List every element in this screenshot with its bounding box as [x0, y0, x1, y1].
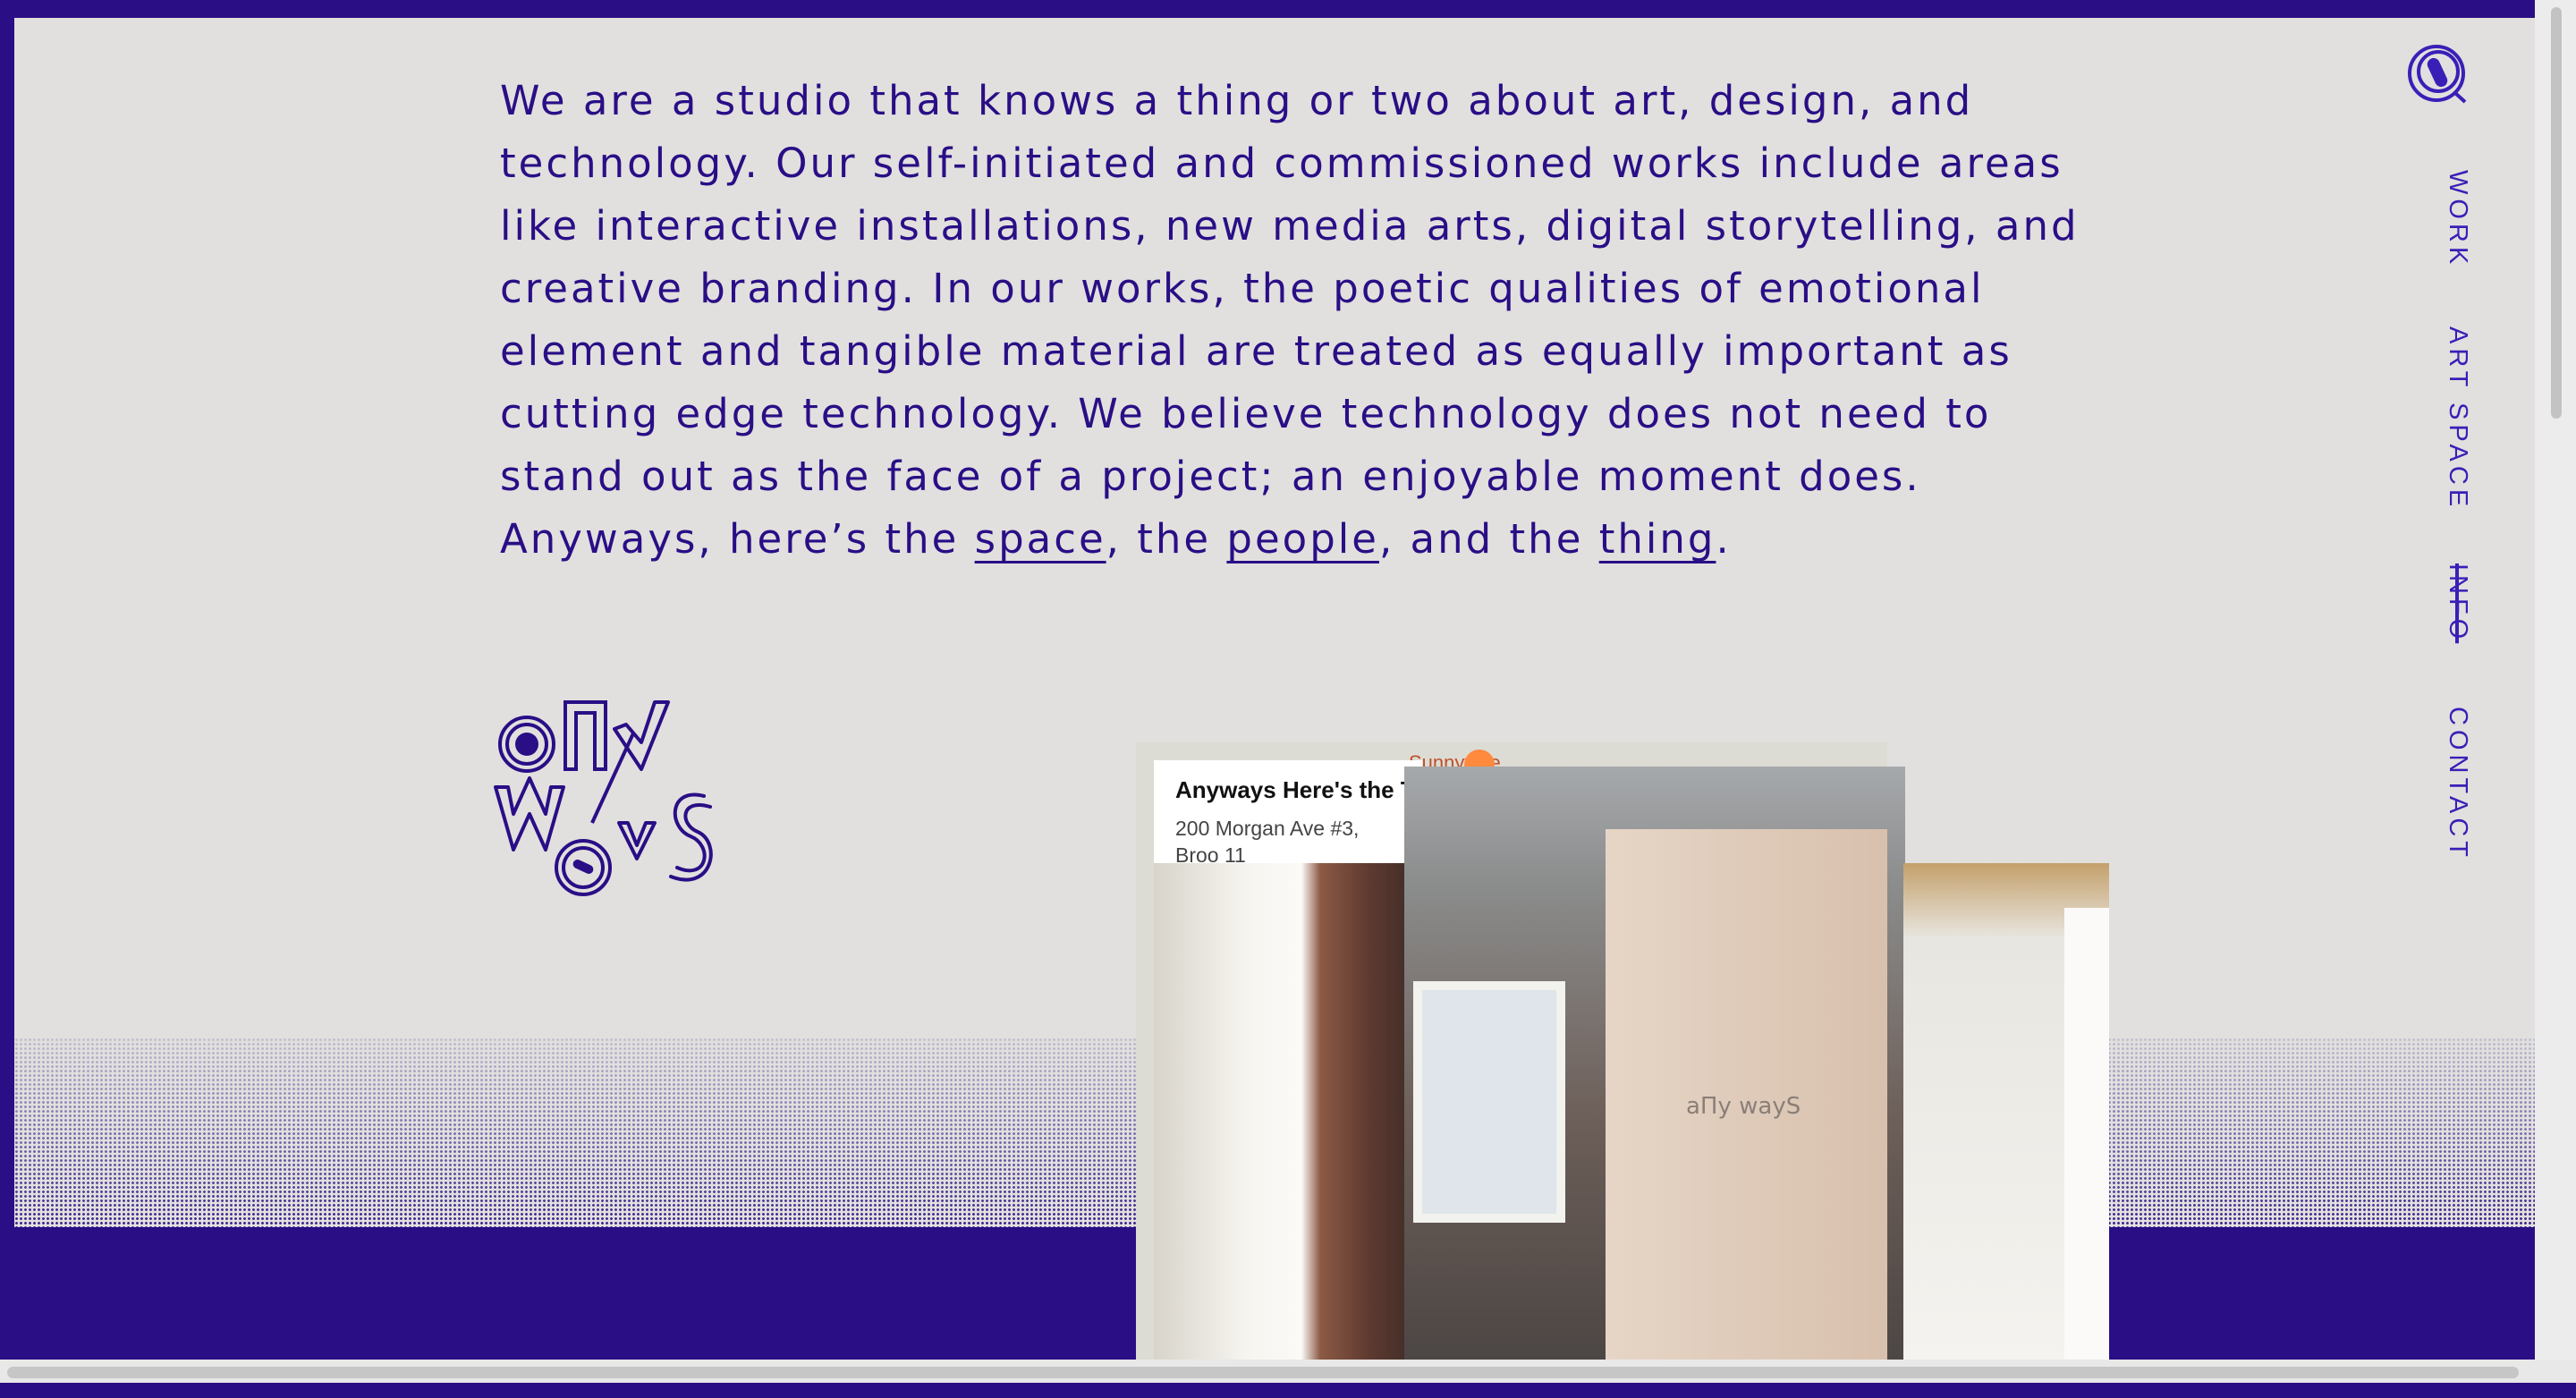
nav-info[interactable]: INFO: [2443, 563, 2472, 643]
anyways-wordmark-logo: [494, 700, 713, 896]
space-link[interactable]: space: [975, 515, 1106, 563]
photo-partition-wall: aΠy wayS: [1606, 829, 1887, 1362]
map-place-title: Anyways Here's the T: [1175, 776, 1415, 803]
studio-photo-room: [1903, 863, 2109, 1362]
about-paragraph: We are a studio that knows a thing or tw…: [500, 70, 2110, 571]
nav-work[interactable]: WORK: [2443, 170, 2472, 268]
vertical-scrollbar-thumb[interactable]: [2551, 7, 2562, 419]
wall-logo: aΠy wayS: [1686, 1093, 1801, 1120]
about-text: We are a studio that knows a thing or tw…: [500, 77, 2080, 563]
horizontal-scrollbar-thumb[interactable]: [7, 1367, 2519, 1378]
photo-room-wall: [2064, 908, 2109, 1362]
studio-photo-partition: aΠy wayS: [1404, 767, 1905, 1362]
thing-link[interactable]: thing: [1599, 515, 1716, 563]
people-link[interactable]: people: [1226, 515, 1379, 563]
map-place-address: 200 Morgan Ave #3, Broo 11: [1175, 817, 1360, 867]
about-sep-2: , and the: [1378, 515, 1599, 563]
about-sep-1: , the: [1106, 515, 1227, 563]
photo-window-pane: [1413, 981, 1565, 1223]
nav-contact[interactable]: CONTACT: [2443, 707, 2472, 861]
about-end: .: [1716, 515, 1732, 563]
nav-art-space[interactable]: ART SPACE: [2443, 326, 2472, 511]
studio-photo-window: [1154, 863, 1422, 1362]
circle-logo-icon[interactable]: [2406, 41, 2470, 106]
